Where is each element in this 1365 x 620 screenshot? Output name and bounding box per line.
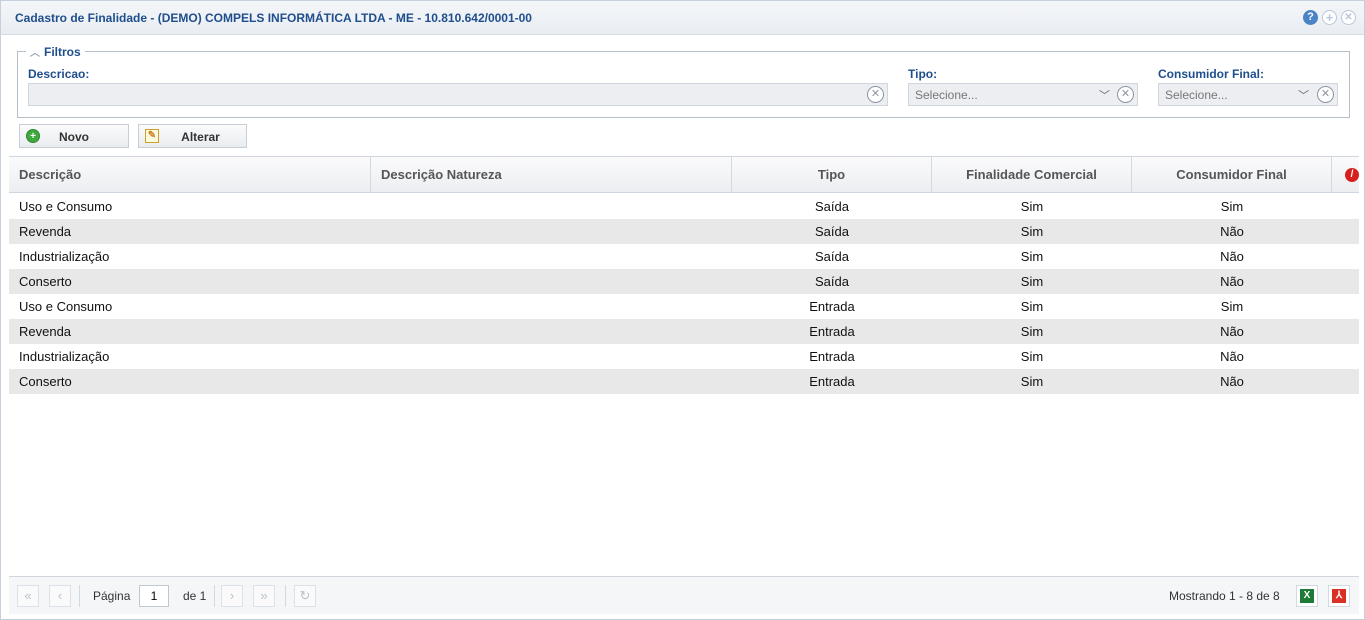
cell-descricao: Uso e Consumo	[19, 299, 113, 314]
tipo-label: Tipo:	[908, 67, 938, 81]
column-header-finalidade-comercial[interactable]: Finalidade Comercial	[932, 157, 1132, 193]
consumidor-chevron-down-icon[interactable]: ﹀	[1298, 87, 1309, 103]
cell-tipo: Saída	[815, 249, 849, 264]
cell-consumidor-final: Não	[1220, 224, 1244, 239]
cell-tipo: Entrada	[809, 324, 855, 339]
cell-consumidor-final: Não	[1220, 274, 1244, 289]
cell-tipo: Saída	[815, 274, 849, 289]
cell-descricao-natureza	[379, 344, 729, 369]
consumidor-clear-icon[interactable]: ✕	[1317, 86, 1334, 103]
cell-finalidade-comercial: Sim	[1020, 374, 1044, 389]
export-pdf-button[interactable]: ⅄	[1328, 585, 1350, 607]
cell-finalidade-comercial: Sim	[1020, 274, 1044, 289]
maximize-icon[interactable]: +	[1322, 10, 1337, 25]
cell-tipo: Saída	[815, 224, 849, 239]
consumidor-final-label: Consumidor Final:	[1158, 67, 1264, 81]
cell-descricao: Revenda	[19, 324, 72, 339]
alterar-label: Alterar	[181, 130, 220, 144]
table-row[interactable]: Uso e Consumo Saída Sim Sim	[9, 194, 1359, 219]
cell-consumidor-final: Não	[1220, 324, 1244, 339]
cell-finalidade-comercial: Sim	[1020, 249, 1044, 264]
cell-descricao-natureza	[379, 294, 729, 319]
pager-separator	[214, 585, 215, 607]
next-page-icon[interactable]: ›	[221, 585, 243, 607]
tipo-chevron-down-icon[interactable]: ﹀	[1099, 87, 1110, 103]
column-header-tipo[interactable]: Tipo	[732, 157, 932, 193]
window-title: Cadastro de Finalidade - (DEMO) COMPELS …	[15, 11, 532, 25]
cell-finalidade-comercial: Sim	[1020, 349, 1044, 364]
cell-descricao-natureza	[379, 319, 729, 344]
cell-descricao-natureza	[379, 219, 729, 244]
cell-finalidade-comercial: Sim	[1020, 299, 1044, 314]
cell-descricao: Industrialização	[19, 249, 110, 264]
close-icon[interactable]: ✕	[1341, 10, 1356, 25]
table-row[interactable]: Industrialização Entrada Sim Não	[9, 344, 1359, 369]
cell-descricao-natureza	[379, 194, 729, 219]
cell-descricao: Revenda	[19, 224, 72, 239]
cell-consumidor-final: Sim	[1220, 199, 1244, 214]
cell-descricao: Conserto	[19, 374, 72, 389]
column-menu-icon[interactable]: /	[1345, 168, 1359, 182]
tipo-clear-icon[interactable]: ✕	[1117, 86, 1134, 103]
column-header-descricao-natureza[interactable]: Descrição Natureza	[371, 157, 732, 193]
last-page-icon[interactable]: »	[253, 585, 275, 607]
cell-descricao: Uso e Consumo	[19, 199, 113, 214]
cell-descricao-natureza	[379, 269, 729, 294]
page-total-label: de 1	[183, 589, 207, 603]
cell-consumidor-final: Não	[1220, 374, 1244, 389]
table-row[interactable]: Conserto Saída Sim Não	[9, 269, 1359, 294]
table-row[interactable]: Revenda Entrada Sim Não	[9, 319, 1359, 344]
cell-descricao-natureza	[379, 369, 729, 394]
cell-finalidade-comercial: Sim	[1020, 324, 1044, 339]
cell-consumidor-final: Não	[1220, 349, 1244, 364]
column-header-descricao[interactable]: Descrição	[9, 157, 371, 193]
excel-icon: X	[1300, 589, 1314, 603]
descricao-label: Descricao:	[28, 67, 90, 81]
table-row[interactable]: Conserto Entrada Sim Não	[9, 369, 1359, 394]
filters-legend[interactable]: ︿ Filtros	[26, 44, 85, 59]
grid-body: Uso e Consumo Saída Sim Sim Revenda Saída Sim N…	[9, 194, 1359, 394]
cell-consumidor-final: Sim	[1220, 299, 1244, 314]
cell-tipo: Saída	[815, 199, 849, 214]
cell-descricao-natureza	[379, 244, 729, 269]
page-number-input[interactable]: 1	[139, 585, 169, 607]
filters-panel: ︿ Filtros Descricao: ✕ Tipo: Selecione..…	[17, 44, 1350, 118]
cell-finalidade-comercial: Sim	[1020, 224, 1044, 239]
cell-finalidade-comercial: Sim	[1020, 199, 1044, 214]
cell-tipo: Entrada	[809, 349, 855, 364]
finalidade-window: Cadastro de Finalidade - (DEMO) COMPELS …	[0, 0, 1365, 620]
cell-tipo: Entrada	[809, 374, 855, 389]
page-label: Página	[93, 589, 131, 603]
descricao-clear-icon[interactable]: ✕	[867, 86, 884, 103]
filters-title: Filtros	[44, 44, 81, 59]
pdf-icon: ⅄	[1332, 589, 1346, 603]
title-bar: Cadastro de Finalidade - (DEMO) COMPELS …	[1, 1, 1364, 35]
novo-button[interactable]: + Novo	[19, 124, 129, 148]
descricao-input[interactable]	[28, 83, 888, 106]
alterar-button[interactable]: ✎ Alterar	[138, 124, 247, 148]
cell-descricao: Industrialização	[19, 349, 110, 364]
pager-separator	[79, 585, 80, 607]
finalidade-grid: Descrição Descrição Natureza Tipo Finali…	[9, 156, 1359, 575]
pagination-bar: « ‹ Página 1 de 1 › » ↻ Mostrando 1 - 8 …	[9, 576, 1359, 614]
paging-status: Mostrando 1 - 8 de 8	[1169, 589, 1280, 603]
cell-descricao: Conserto	[19, 274, 72, 289]
table-row[interactable]: Uso e Consumo Entrada Sim Sim	[9, 294, 1359, 319]
chevron-up-icon[interactable]: ︿	[30, 44, 40, 59]
cell-tipo: Entrada	[809, 299, 855, 314]
novo-label: Novo	[59, 130, 89, 144]
window-controls: ? + ✕	[1303, 10, 1356, 25]
help-icon[interactable]: ?	[1303, 10, 1318, 25]
table-row[interactable]: Revenda Saída Sim Não	[9, 219, 1359, 244]
first-page-icon[interactable]: «	[17, 585, 39, 607]
grid-header: Descrição Descrição Natureza Tipo Finali…	[9, 157, 1359, 193]
table-row[interactable]: Industrialização Saída Sim Não	[9, 244, 1359, 269]
cell-consumidor-final: Não	[1220, 249, 1244, 264]
export-excel-button[interactable]: X	[1296, 585, 1318, 607]
consumidor-final-select[interactable]: Selecione...	[1158, 83, 1338, 106]
pager-separator	[285, 585, 286, 607]
refresh-icon[interactable]: ↻	[294, 585, 316, 607]
column-header-consumidor-final[interactable]: Consumidor Final	[1132, 157, 1332, 193]
previous-page-icon[interactable]: ‹	[49, 585, 71, 607]
